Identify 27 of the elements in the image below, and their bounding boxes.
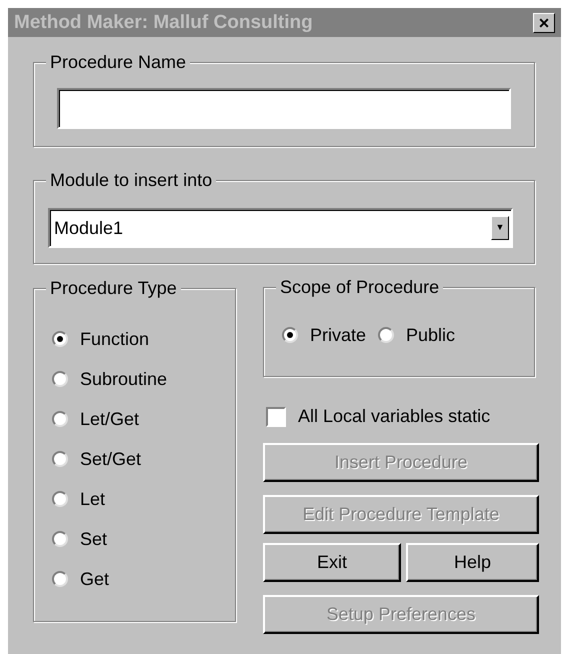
procedure-name-field[interactable]: [57, 88, 511, 129]
dropdown-arrow-button[interactable]: ▼: [491, 216, 509, 240]
radio-label: Get: [80, 568, 110, 591]
radio-label: Function: [80, 328, 150, 351]
radio-button[interactable]: [52, 491, 68, 507]
radio-button[interactable]: [52, 371, 68, 387]
checkbox[interactable]: [266, 406, 286, 426]
module-dropdown[interactable]: Module1 ▼: [48, 208, 513, 248]
window-title: Method Maker: Malluf Consulting: [14, 10, 313, 34]
radio-label: Subroutine: [80, 368, 168, 391]
radio-button[interactable]: [282, 327, 298, 343]
checkbox-label: All Local variables static: [298, 405, 490, 428]
radio-label: Let/Get: [80, 408, 140, 431]
radio-button[interactable]: [52, 451, 68, 467]
radio-label: Set/Get: [80, 448, 142, 471]
radio-button[interactable]: [52, 331, 68, 347]
radio-button[interactable]: [52, 531, 68, 547]
dialog-button[interactable]: Help: [406, 543, 539, 582]
radio-button[interactable]: [52, 571, 68, 587]
radio-label: Let: [80, 488, 106, 511]
radio-button[interactable]: [52, 411, 68, 427]
radio-label: Private: [310, 324, 366, 347]
radio-label: Public: [406, 324, 456, 347]
dialog-button[interactable]: Exit: [263, 543, 401, 582]
close-button[interactable]: ×: [533, 12, 555, 32]
radio-label: Set: [80, 528, 108, 551]
radio-button[interactable]: [378, 327, 394, 343]
